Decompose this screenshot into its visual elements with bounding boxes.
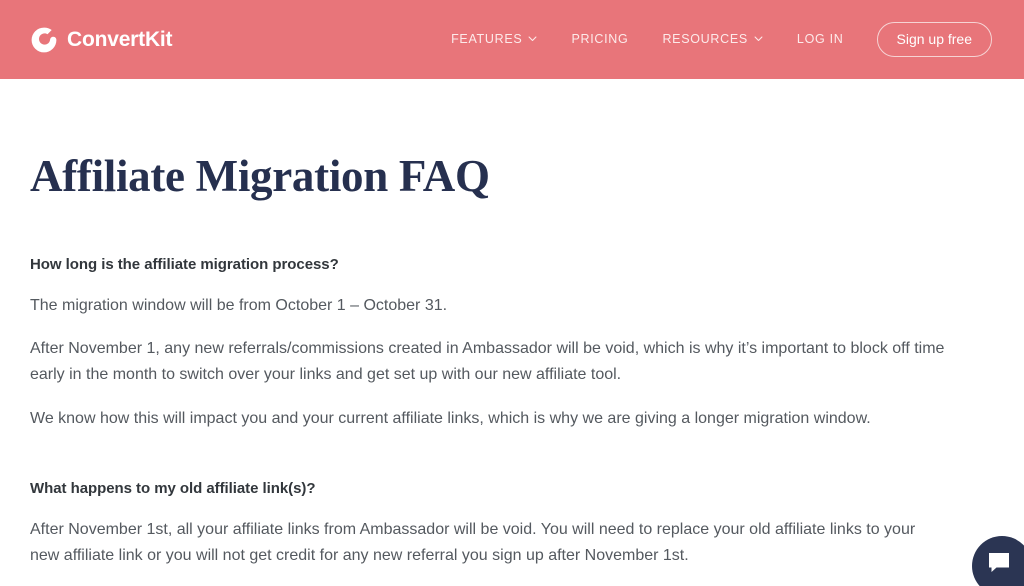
faq-question: What happens to my old affiliate link(s)… (30, 480, 316, 498)
page-title: Affiliate Migration FAQ (30, 151, 490, 201)
nav-item-label: FEATURES (451, 32, 523, 47)
nav-item-log-in[interactable]: LOG IN (780, 32, 861, 46)
chevron-down-icon (754, 36, 763, 42)
faq-list: How long is the affiliate migration proc… (30, 254, 994, 569)
faq-answer-paragraph: The migration window will be from Octobe… (30, 296, 448, 314)
nav-item-label: LOG IN (796, 32, 844, 47)
chevron-down-icon (528, 36, 537, 42)
site-header: ConvertKit FEATURES PRICING RESOURCES LO… (0, 0, 1024, 79)
brand-name: ConvertKit (67, 28, 173, 51)
page-content: Affiliate Migration FAQ How long is the … (0, 151, 1024, 569)
faq-question: How long is the affiliate migration proc… (30, 255, 339, 273)
nav-item-pricing[interactable]: PRICING (554, 32, 645, 46)
faq-item: What happens to my old affiliate link(s)… (30, 478, 994, 569)
faq-item: How long is the affiliate migration proc… (30, 254, 994, 433)
nav-item-features[interactable]: FEATURES (434, 32, 554, 46)
faq-answer-paragraph: After November 1, any new referrals/comm… (30, 340, 945, 384)
convertkit-ring-logo-icon (30, 26, 58, 54)
nav-item-label: RESOURCES (662, 32, 748, 47)
sign-up-free-button[interactable]: Sign up free (876, 21, 992, 58)
main-navigation: FEATURES PRICING RESOURCES LOG IN Sign u… (434, 21, 992, 58)
chat-bubble-icon (986, 553, 1018, 576)
nav-item-label: PRICING (571, 32, 629, 47)
nav-item-resources[interactable]: RESOURCES (645, 32, 779, 46)
brand-logo-link[interactable]: ConvertKit (30, 26, 173, 54)
faq-answer-paragraph: We know how this will impact you and you… (30, 410, 871, 428)
faq-answer-paragraph: After November 1st, all your affiliate l… (30, 521, 916, 565)
